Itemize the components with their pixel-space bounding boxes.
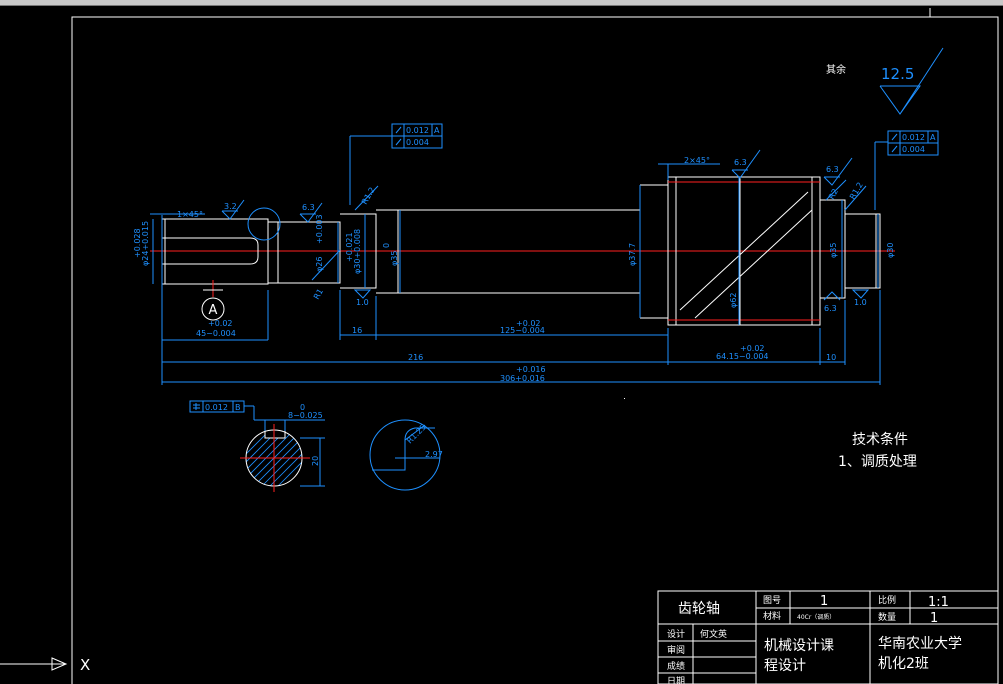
svg-text:0.004: 0.004	[406, 138, 429, 147]
svg-text:R2: R2	[827, 187, 840, 201]
datum-a-label: A	[209, 303, 218, 318]
tech-item-1: 1、调质处理	[838, 454, 917, 470]
general-roughness: 其余 12.5	[826, 47, 944, 115]
svg-text:A: A	[434, 126, 440, 135]
svg-text:10: 10	[826, 353, 836, 362]
svg-text:6.3: 6.3	[302, 203, 315, 212]
title-block: 齿轮轴 图号 1 材料 40Cr（调质） 比例 1:1 数量 1 设计 何文英 …	[657, 590, 999, 684]
svg-text:φ24+0.015: φ24+0.015	[141, 221, 150, 266]
tech-title: 技术条件	[852, 431, 908, 448]
svg-text:φ37.7: φ37.7	[628, 243, 637, 266]
dimension-lines	[150, 135, 888, 385]
svg-text:8−0.025: 8−0.025	[288, 411, 323, 420]
svg-text:成绩: 成绩	[667, 660, 685, 672]
svg-text:1×45°: 1×45°	[177, 210, 203, 219]
dimension-texts: 1×45° 2×45° φ24+0.015 +0.028 φ26 +0.003 …	[133, 156, 895, 383]
svg-text:A: A	[930, 133, 936, 142]
ucs-icon: X	[0, 656, 90, 674]
svg-text:R1.25: R1.25	[405, 423, 428, 446]
svg-text:审阅: 审阅	[667, 644, 685, 656]
svg-text:B: B	[235, 403, 241, 412]
svg-text:数量: 数量	[878, 611, 896, 623]
svg-text:设计: 设计	[667, 628, 685, 640]
drawing-border	[71, 16, 999, 684]
svg-text:φ30+0.008: φ30+0.008	[353, 229, 362, 274]
shaft-main-view	[150, 176, 895, 326]
svg-text:12.5: 12.5	[881, 65, 914, 83]
svg-text:20: 20	[311, 456, 320, 466]
svg-text:125−0.004: 125−0.004	[500, 326, 545, 335]
svg-text:45−0.004: 45−0.004	[196, 329, 236, 338]
svg-text:φ62: φ62	[729, 293, 738, 308]
cad-drawing-canvas[interactable]: A 1×45° 2×45° φ24+0.015 +0.028 φ26 +0.00…	[0, 0, 1003, 684]
svg-text:6.3: 6.3	[824, 304, 837, 313]
svg-text:X: X	[80, 656, 90, 674]
svg-text:3.2: 3.2	[224, 202, 237, 211]
gdt-frame-right: 0.012 0.004 A	[887, 130, 939, 156]
svg-text:40Cr（调质）: 40Cr（调质）	[797, 613, 835, 621]
svg-text:何文英: 何文英	[700, 628, 727, 640]
svg-text:2×45°: 2×45°	[684, 156, 710, 165]
svg-text:材料: 材料	[763, 610, 781, 622]
svg-text:程设计: 程设计	[764, 658, 806, 674]
svg-text:机械设计课: 机械设计课	[764, 638, 834, 654]
svg-text:机化2班: 机化2班	[878, 656, 929, 672]
svg-text:1.0: 1.0	[356, 298, 369, 307]
svg-text:+0.028: +0.028	[133, 228, 142, 258]
svg-text:16: 16	[352, 326, 362, 335]
svg-text:306+0.016: 306+0.016	[500, 374, 545, 383]
svg-text:0.012: 0.012	[205, 403, 228, 412]
svg-text:+0.003: +0.003	[315, 214, 324, 244]
svg-text:+0.016: +0.016	[516, 365, 546, 374]
svg-text:6.3: 6.3	[734, 158, 747, 167]
detail-callout-circle	[247, 207, 281, 241]
svg-text:R1: R1	[312, 287, 325, 301]
svg-text:+0.021: +0.021	[345, 232, 354, 262]
svg-text:0.004: 0.004	[902, 145, 925, 154]
svg-text:日期: 日期	[667, 676, 685, 684]
svg-text:1.0: 1.0	[854, 298, 867, 307]
svg-text:φ30: φ30	[886, 243, 895, 258]
svg-text:64.15−0.004: 64.15−0.004	[716, 352, 769, 361]
svg-text:+0.02: +0.02	[208, 319, 233, 328]
svg-text:华南农业大学: 华南农业大学	[878, 636, 962, 652]
svg-text:φ35: φ35	[390, 251, 399, 266]
svg-text:6.3: 6.3	[826, 165, 839, 174]
svg-text:1: 1	[820, 594, 828, 609]
helix-line-2	[694, 209, 813, 319]
svg-text:1: 1	[930, 611, 938, 626]
svg-text:图号: 图号	[763, 595, 781, 606]
part-name: 齿轮轴	[678, 601, 720, 617]
datum-a-symbol: A	[201, 280, 225, 321]
svg-text:R1.2: R1.2	[360, 186, 377, 206]
keyway-section-view: 0.012 B 0 8−0.025 20	[189, 400, 325, 492]
gdt-frame-left: 0.012 0.004 A	[391, 123, 443, 149]
svg-text:0.012: 0.012	[902, 133, 925, 142]
svg-text:其余: 其余	[826, 63, 846, 76]
svg-text:φ26: φ26	[315, 257, 324, 272]
svg-text:1:1: 1:1	[928, 595, 949, 610]
svg-text:0.012: 0.012	[406, 126, 429, 135]
svg-text:比例: 比例	[878, 594, 896, 606]
svg-text:2.97: 2.97	[425, 450, 443, 459]
detail-view: R1.25 2.97	[369, 419, 443, 491]
svg-text:216: 216	[408, 353, 423, 362]
technical-requirements: 技术条件 1、调质处理	[838, 431, 917, 470]
svg-text:0: 0	[382, 243, 391, 248]
svg-text:φ35: φ35	[829, 243, 838, 258]
